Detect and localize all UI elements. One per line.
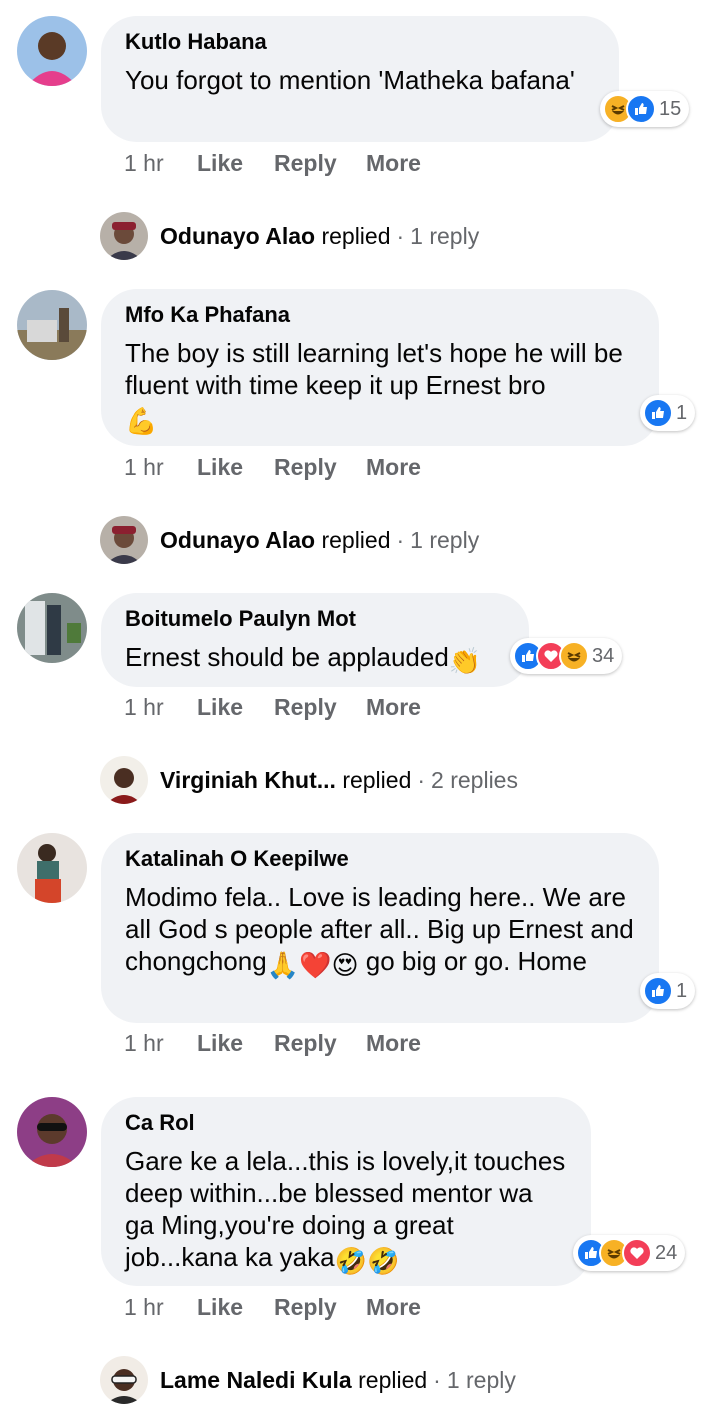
reply-button[interactable]: Reply [274, 694, 366, 721]
comment-text: Gare ke a lela...this is lovely,it touch… [125, 1146, 566, 1276]
comment-bubble: Katalinah O Keepilwe Modimo fela.. Love … [101, 833, 659, 1023]
replied-label: replied [342, 766, 412, 793]
heart-eyes-emoji: 😍 [331, 950, 359, 980]
replied-label: replied [321, 526, 391, 553]
comment-actions: 1 hr Like Reply More [124, 694, 421, 721]
reply-thread-link[interactable]: Virginiah Khut... replied · 2 replies [100, 756, 518, 804]
laughing-face-icon [559, 641, 589, 671]
avatar[interactable] [17, 16, 87, 86]
more-button[interactable]: More [366, 150, 421, 177]
reaction-count: 1 [676, 401, 688, 424]
rolling-laughing-emoji: 🤣🤣 [334, 1246, 400, 1276]
reply-author: Lame Naledi Kula [160, 1366, 352, 1393]
comment-text: Modimo fela.. Love is leading here.. We … [125, 882, 634, 980]
reply-author: Odunayo Alao [160, 526, 316, 553]
comment-text: The boy is still learning let's hope he … [125, 338, 623, 436]
reply-count: 2 replies [431, 766, 518, 793]
reply-count: 1 reply [410, 526, 480, 553]
avatar[interactable] [17, 593, 87, 663]
comment-bubble: Kutlo Habana You forgot to mention 'Math… [101, 16, 619, 142]
avatar [100, 212, 148, 260]
reactions-summary[interactable]: 1 [640, 395, 696, 431]
folded-hands-emoji: 🙏 [266, 950, 300, 980]
reply-button[interactable]: Reply [274, 150, 366, 177]
reply-author: Odunayo Alao [160, 222, 316, 249]
replied-label: replied [321, 222, 391, 249]
reactions-summary[interactable]: 1 [640, 973, 696, 1009]
reactions-summary[interactable]: 15 [600, 91, 690, 127]
reply-button[interactable]: Reply [274, 1294, 366, 1321]
reaction-count: 1 [676, 979, 688, 1002]
separator: · [433, 1366, 441, 1393]
avatar [100, 756, 148, 804]
avatar[interactable] [17, 833, 87, 903]
comment-actions: 1 hr Like Reply More [124, 1030, 421, 1057]
reactions-summary[interactable]: 34 [510, 638, 623, 674]
timestamp[interactable]: 1 hr [124, 150, 197, 177]
more-button[interactable]: More [366, 694, 421, 721]
thumbs-up-icon [626, 94, 656, 124]
flexed-biceps-emoji: 💪 [125, 406, 158, 436]
reaction-count: 15 [659, 97, 682, 120]
separator: · [396, 222, 405, 249]
replied-label: replied [358, 1366, 428, 1393]
clapping-hands-emoji: 👏 [448, 646, 482, 676]
like-button[interactable]: Like [197, 1294, 274, 1321]
comment-bubble: Boitumelo Paulyn Mot Ernest should be ap… [101, 593, 529, 687]
avatar [100, 1356, 148, 1404]
comment-author[interactable]: Katalinah O Keepilwe [125, 845, 635, 873]
comment-actions: 1 hr Like Reply More [124, 150, 421, 177]
reply-thread-link[interactable]: Odunayo Alao replied · 1 reply [100, 212, 479, 260]
comment-text: You forgot to mention 'Matheka bafana' [125, 65, 575, 95]
heart-icon [622, 1238, 652, 1268]
thumbs-up-icon [643, 976, 673, 1006]
more-button[interactable]: More [366, 454, 421, 481]
reply-thread-link[interactable]: Lame Naledi Kula replied · 1 reply [100, 1356, 516, 1404]
comment-author[interactable]: Mfo Ka Phafana [125, 301, 635, 329]
thumbs-up-icon [643, 398, 673, 428]
comment-actions: 1 hr Like Reply More [124, 454, 421, 481]
reply-count: 1 reply [446, 1366, 516, 1393]
like-button[interactable]: Like [197, 694, 274, 721]
comment-author[interactable]: Kutlo Habana [125, 28, 595, 56]
reply-button[interactable]: Reply [274, 1030, 366, 1057]
red-heart-emoji: ❤️ [299, 950, 332, 980]
separator: · [417, 766, 426, 793]
timestamp[interactable]: 1 hr [124, 1030, 197, 1057]
reactions-summary[interactable]: 24 [573, 1235, 686, 1271]
reaction-count: 34 [592, 644, 615, 667]
comment-author[interactable]: Boitumelo Paulyn Mot [125, 605, 505, 633]
more-button[interactable]: More [366, 1294, 421, 1321]
reply-button[interactable]: Reply [274, 454, 366, 481]
like-button[interactable]: Like [197, 454, 274, 481]
avatar[interactable] [17, 290, 87, 360]
comment-author[interactable]: Ca Rol [125, 1109, 567, 1137]
reaction-count: 24 [655, 1241, 678, 1264]
comment-actions: 1 hr Like Reply More [124, 1294, 421, 1321]
comment-bubble: Ca Rol Gare ke a lela...this is lovely,i… [101, 1097, 591, 1286]
timestamp[interactable]: 1 hr [124, 1294, 197, 1321]
comment-bubble: Mfo Ka Phafana The boy is still learning… [101, 289, 659, 446]
timestamp[interactable]: 1 hr [124, 694, 197, 721]
reply-thread-link[interactable]: Odunayo Alao replied · 1 reply [100, 516, 479, 564]
comment-text: Ernest should be applauded👏 [125, 642, 482, 676]
like-button[interactable]: Like [197, 150, 274, 177]
separator: · [396, 526, 405, 553]
avatar [100, 516, 148, 564]
like-button[interactable]: Like [197, 1030, 274, 1057]
more-button[interactable]: More [366, 1030, 421, 1057]
timestamp[interactable]: 1 hr [124, 454, 197, 481]
reply-author: Virginiah Khut... [160, 766, 336, 793]
reply-count: 1 reply [410, 222, 480, 249]
avatar[interactable] [17, 1097, 87, 1167]
